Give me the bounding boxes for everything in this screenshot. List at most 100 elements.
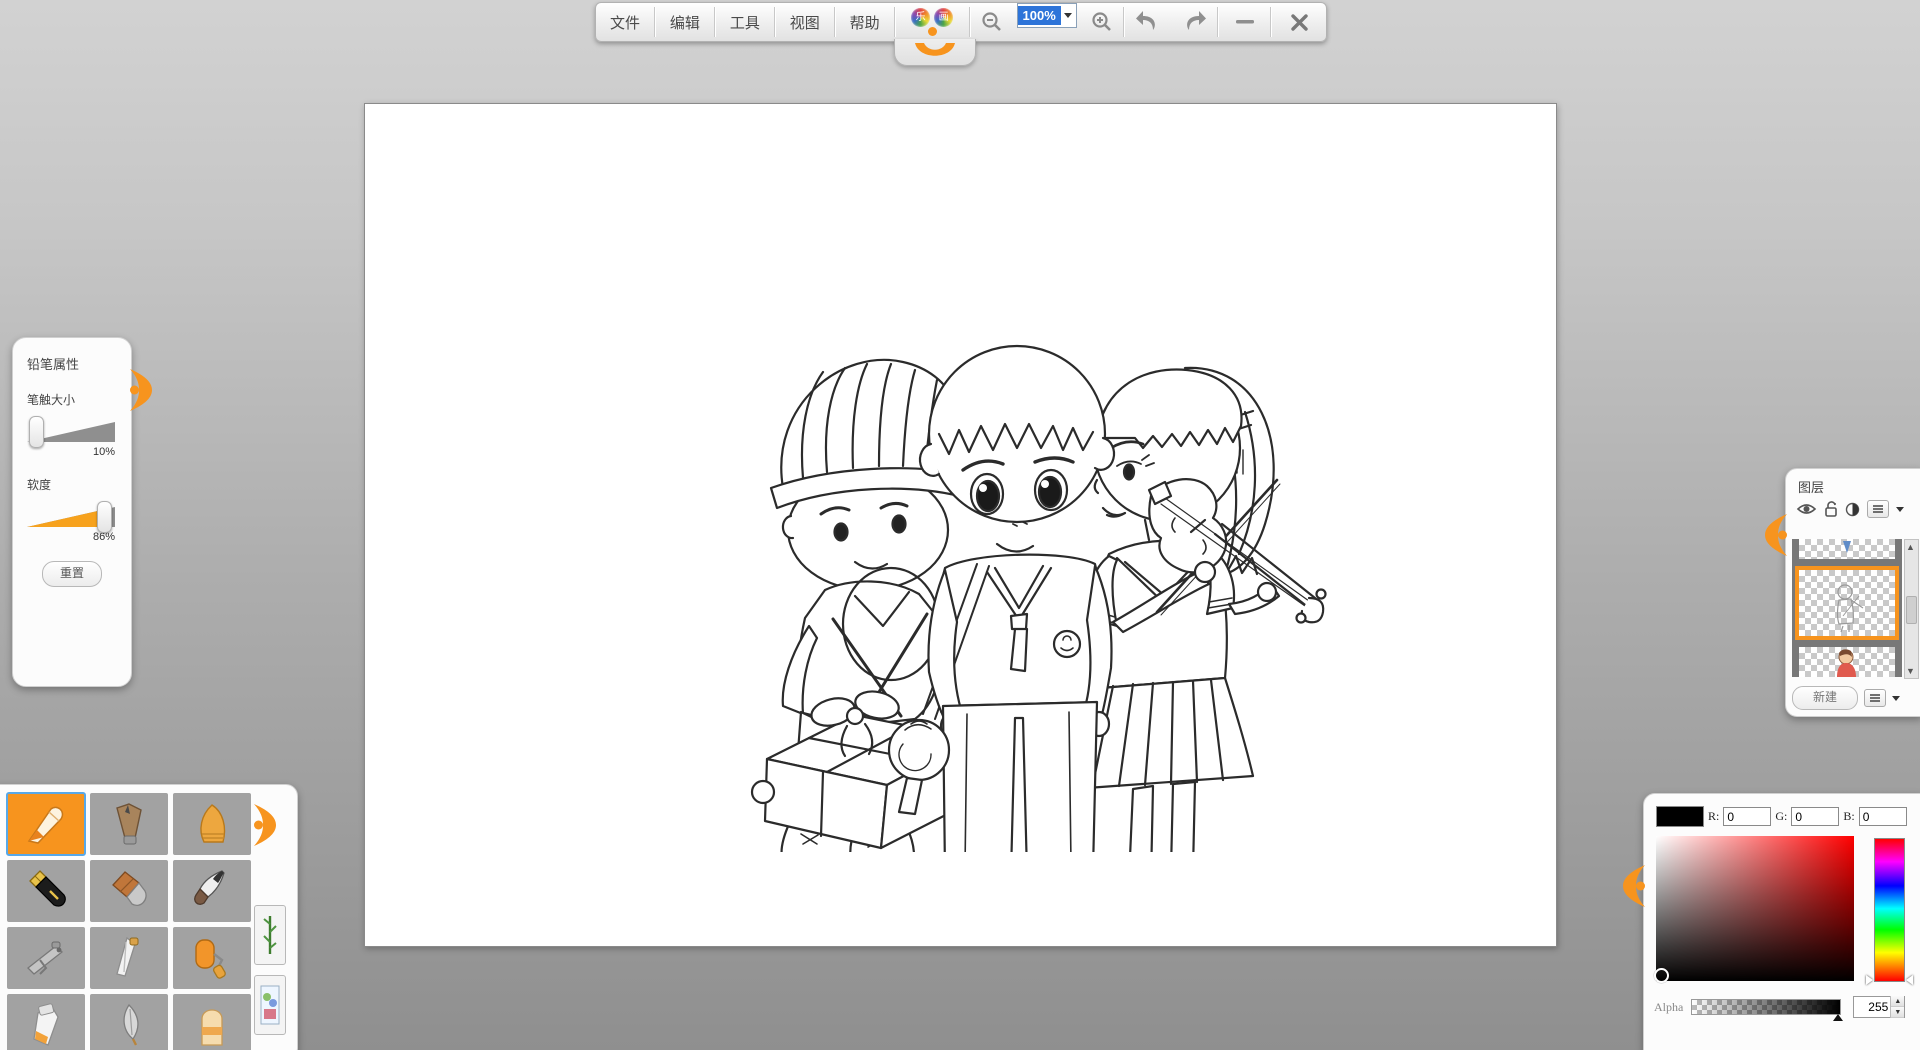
scrollbar-thumb[interactable] <box>1906 596 1917 624</box>
panel-title: 铅笔属性 <box>27 354 117 373</box>
fountain-pen-icon <box>22 867 70 915</box>
menu-tools[interactable]: 工具 <box>716 3 774 41</box>
reset-button[interactable]: 重置 <box>42 561 102 587</box>
layer-list <box>1792 539 1902 677</box>
menu-view[interactable]: 视图 <box>776 3 834 41</box>
panel-handle-icon[interactable] <box>1764 511 1790 559</box>
undo-button[interactable] <box>1125 3 1171 41</box>
app-window: 文件 编辑 工具 视图 帮助 乐 画 <box>0 0 1920 1050</box>
softness-handle[interactable] <box>97 501 112 533</box>
red-input[interactable] <box>1723 807 1771 826</box>
minimize-button[interactable] <box>1219 3 1271 41</box>
logo-right-eye-icon: 画 <box>934 8 953 27</box>
menu-edit[interactable]: 编辑 <box>656 3 714 41</box>
tool-paint-bottle[interactable] <box>7 994 85 1050</box>
zoom-level-value: 100% <box>1018 6 1061 25</box>
layer-lock-icon[interactable] <box>1824 501 1838 517</box>
softness-label: 软度 <box>27 476 117 493</box>
layer-thumbnail-bottom[interactable] <box>1799 647 1895 677</box>
panel-handle-icon[interactable] <box>251 801 277 849</box>
scroll-down-icon[interactable]: ▼ <box>1905 664 1916 678</box>
panel-handle-icon[interactable] <box>1622 862 1648 910</box>
redo-button[interactable] <box>1171 3 1217 41</box>
color-picker-panel: R: G: B: Alpha ▲ ▼ <box>1643 793 1920 1050</box>
logo-nose-icon <box>928 27 937 36</box>
logo-tab <box>894 39 976 66</box>
layers-scrollbar[interactable]: ▲ ▼ <box>1904 539 1919 679</box>
logo-smile-icon <box>912 41 958 63</box>
green-input[interactable] <box>1791 807 1839 826</box>
layers-panel: 图层 <box>1785 468 1920 717</box>
tool-eraser[interactable] <box>173 994 251 1050</box>
drawing-canvas[interactable] <box>364 103 1557 947</box>
minimize-icon <box>1236 19 1254 25</box>
paint-roller-icon <box>188 934 236 982</box>
palette-knife-icon <box>105 934 153 982</box>
tool-palette-knife[interactable] <box>90 927 168 989</box>
flat-brush-icon <box>105 867 153 915</box>
layer-content-preview <box>1799 647 1895 677</box>
brush-size-handle[interactable] <box>29 416 44 448</box>
tool-paint-roller[interactable] <box>173 927 251 989</box>
hue-marker-right[interactable] <box>1906 975 1913 985</box>
zoom-out-icon <box>981 11 1003 33</box>
hue-bar[interactable] <box>1874 838 1905 982</box>
zoom-out-button[interactable] <box>971 3 1013 41</box>
tool-leaf-pen[interactable] <box>90 994 168 1050</box>
list-icon <box>1872 504 1884 514</box>
scroll-up-icon[interactable]: ▲ <box>1905 540 1916 554</box>
wood-pencil-icon <box>105 800 153 848</box>
list-icon <box>1869 693 1881 703</box>
bamboo-icon <box>260 912 280 958</box>
layer-options-button[interactable] <box>1864 689 1886 707</box>
tool-flat-brush[interactable] <box>90 860 168 922</box>
alpha-increment-button[interactable]: ▲ <box>1891 996 1904 1007</box>
tool-crayon[interactable] <box>173 793 251 855</box>
softness-slider[interactable] <box>27 507 115 527</box>
tool-fountain-pen[interactable] <box>7 860 85 922</box>
zoom-combo-dropdown[interactable] <box>1061 13 1076 18</box>
tool-pencil[interactable] <box>7 793 85 855</box>
layer-thumbnail-top[interactable] <box>1799 539 1895 559</box>
pencil-properties-panel: 铅笔属性 笔触大小 10% 软度 86% 重置 <box>12 337 132 687</box>
alpha-slider[interactable] <box>1691 999 1841 1015</box>
layer-menu-button[interactable] <box>1867 500 1889 518</box>
brush-size-label: 笔触大小 <box>27 391 117 408</box>
close-button[interactable] <box>1272 3 1326 41</box>
tool-wood-pencil[interactable] <box>90 793 168 855</box>
tool-palette-side <box>247 785 291 1050</box>
panel-handle-icon[interactable] <box>127 366 153 414</box>
bamboo-stamp-button[interactable] <box>254 905 286 965</box>
layer-content-preview <box>1799 570 1895 636</box>
alpha-marker[interactable] <box>1833 1014 1843 1021</box>
picture-stamp-button[interactable] <box>254 975 286 1035</box>
close-icon <box>1291 14 1308 31</box>
saturation-value-field[interactable] <box>1656 836 1854 981</box>
alpha-input[interactable] <box>1854 1000 1890 1014</box>
new-layer-button[interactable]: 新建 <box>1792 686 1858 710</box>
canvas-artwork-three-children <box>705 272 1345 852</box>
sv-cursor[interactable] <box>1654 968 1669 983</box>
chevron-down-icon[interactable] <box>1896 507 1904 512</box>
eraser-icon <box>188 1001 236 1049</box>
pencil-icon <box>22 800 70 848</box>
chevron-down-icon[interactable] <box>1892 696 1900 701</box>
paint-bottle-icon <box>22 1001 70 1049</box>
undo-icon <box>1135 10 1161 34</box>
tool-ink-brush[interactable] <box>173 860 251 922</box>
logo-left-eye-icon: 乐 <box>911 8 930 27</box>
hue-marker-left[interactable] <box>1866 975 1873 985</box>
zoom-in-button[interactable] <box>1081 3 1123 41</box>
layer-visibility-eye-icon[interactable] <box>1796 502 1817 516</box>
menu-help[interactable]: 帮助 <box>836 3 894 41</box>
alpha-decrement-button[interactable]: ▼ <box>1891 1007 1904 1018</box>
layer-opacity-icon[interactable] <box>1845 502 1860 517</box>
alpha-spinner: ▲ ▼ <box>1853 996 1905 1018</box>
zoom-level-combo[interactable]: 100% <box>1017 3 1077 28</box>
brush-size-slider[interactable] <box>27 422 115 442</box>
crayon-icon <box>188 800 236 848</box>
layer-thumbnail-selected[interactable] <box>1799 570 1895 636</box>
tool-airbrush[interactable] <box>7 927 85 989</box>
menu-file[interactable]: 文件 <box>596 3 654 41</box>
blue-input[interactable] <box>1859 807 1907 826</box>
